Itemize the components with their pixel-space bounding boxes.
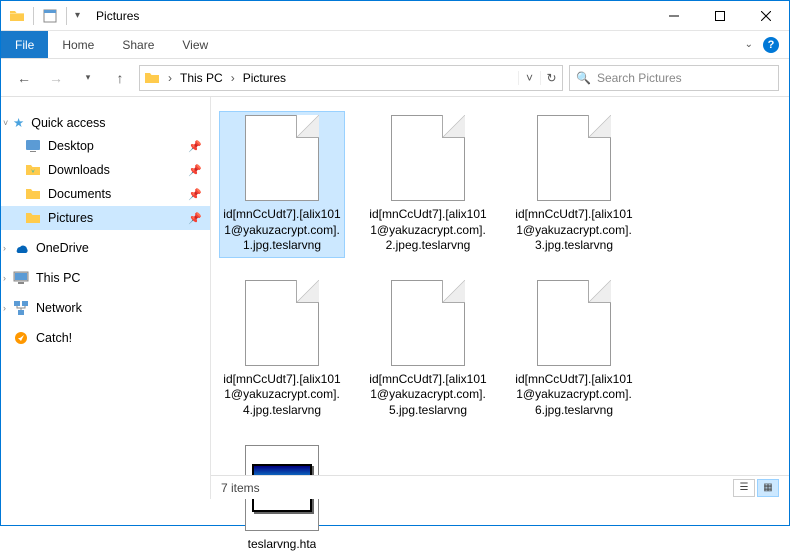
expand-icon[interactable]: ›: [3, 303, 6, 313]
refresh-button[interactable]: ↻: [540, 71, 562, 85]
sidebar-quick-access[interactable]: ˅ ★ Quick access: [1, 111, 210, 134]
file-name: id[mnCcUdt7].[alix1011@yakuzacrypt.com].…: [223, 207, 341, 254]
file-icon: [245, 115, 319, 201]
maximize-button[interactable]: [697, 1, 743, 31]
sidebar-item-downloads[interactable]: Downloads 📌: [1, 158, 210, 182]
downloads-icon: [25, 162, 41, 178]
address-bar[interactable]: › This PC › Pictures ˅ ↻: [139, 65, 563, 91]
help-icon[interactable]: ?: [763, 37, 779, 53]
collapse-icon[interactable]: ˅: [3, 118, 8, 128]
file-name: id[mnCcUdt7].[alix1011@yakuzacrypt.com].…: [369, 372, 487, 419]
forward-button: →: [43, 65, 69, 91]
search-placeholder: Search Pictures: [597, 71, 682, 85]
file-item[interactable]: id[mnCcUdt7].[alix1011@yakuzacrypt.com].…: [511, 111, 637, 258]
documents-icon: [25, 186, 41, 202]
file-name: id[mnCcUdt7].[alix1011@yakuzacrypt.com].…: [223, 372, 341, 419]
address-dropdown[interactable]: ˅: [518, 71, 540, 85]
search-input[interactable]: 🔍 Search Pictures: [569, 65, 779, 91]
file-name: id[mnCcUdt7].[alix1011@yakuzacrypt.com].…: [369, 207, 487, 254]
pin-icon: 📌: [188, 140, 202, 153]
expand-icon[interactable]: ›: [3, 243, 6, 253]
sidebar-item-pictures[interactable]: Pictures 📌: [1, 206, 210, 230]
file-name: id[mnCcUdt7].[alix1011@yakuzacrypt.com].…: [515, 372, 633, 419]
sidebar-onedrive[interactable]: › OneDrive: [1, 236, 210, 260]
titlebar: ▾ Pictures: [1, 1, 789, 31]
tab-home[interactable]: Home: [48, 38, 108, 52]
file-icon: [537, 280, 611, 366]
details-view-button[interactable]: ☰: [733, 479, 755, 497]
file-icon: [391, 280, 465, 366]
file-item[interactable]: id[mnCcUdt7].[alix1011@yakuzacrypt.com].…: [219, 276, 345, 423]
close-button[interactable]: [743, 1, 789, 31]
sidebar-item-documents[interactable]: Documents 📌: [1, 182, 210, 206]
file-item[interactable]: id[mnCcUdt7].[alix1011@yakuzacrypt.com].…: [511, 276, 637, 423]
star-icon: ★: [13, 115, 24, 130]
back-button[interactable]: ←: [11, 65, 37, 91]
expand-icon[interactable]: ›: [3, 273, 6, 283]
file-name: id[mnCcUdt7].[alix1011@yakuzacrypt.com].…: [515, 207, 633, 254]
status-bar: 7 items ☰ ▦: [211, 475, 789, 499]
crumb-this-pc[interactable]: This PC: [176, 71, 227, 85]
ribbon-expand-icon[interactable]: ⌄: [745, 39, 753, 50]
pin-icon: 📌: [188, 164, 202, 177]
sidebar-this-pc[interactable]: › This PC: [1, 266, 210, 290]
file-item[interactable]: id[mnCcUdt7].[alix1011@yakuzacrypt.com].…: [365, 276, 491, 423]
sidebar-catch[interactable]: Catch!: [1, 326, 210, 350]
file-tab[interactable]: File: [1, 31, 48, 58]
chevron-right-icon[interactable]: ›: [227, 71, 239, 85]
recent-dropdown[interactable]: ▾: [75, 65, 101, 91]
navigation-row: ← → ▾ ↑ › This PC › Pictures ˅ ↻ 🔍 Searc…: [1, 59, 789, 97]
catch-icon: [13, 330, 29, 346]
ribbon: File Home Share View ⌄ ?: [1, 31, 789, 59]
window-title: Pictures: [88, 9, 139, 23]
item-count: 7 items: [221, 481, 260, 495]
sidebar-item-desktop[interactable]: Desktop 📌: [1, 134, 210, 158]
up-button[interactable]: ↑: [107, 65, 133, 91]
minimize-button[interactable]: [651, 1, 697, 31]
desktop-icon: [25, 138, 41, 154]
search-icon: 🔍: [576, 71, 591, 85]
pictures-icon: [144, 70, 160, 86]
file-item[interactable]: id[mnCcUdt7].[alix1011@yakuzacrypt.com].…: [365, 111, 491, 258]
pin-icon: 📌: [188, 188, 202, 201]
sidebar-network[interactable]: › Network: [1, 296, 210, 320]
thispc-icon: [13, 270, 29, 286]
file-icon: [537, 115, 611, 201]
icons-view-button[interactable]: ▦: [757, 479, 779, 497]
onedrive-icon: [13, 240, 29, 256]
tab-share[interactable]: Share: [108, 38, 168, 52]
folder-icon: [9, 8, 25, 24]
file-icon: [245, 280, 319, 366]
file-icon: [391, 115, 465, 201]
tab-view[interactable]: View: [168, 38, 222, 52]
network-icon: [13, 300, 29, 316]
file-view[interactable]: id[mnCcUdt7].[alix1011@yakuzacrypt.com].…: [211, 97, 789, 499]
properties-icon[interactable]: [42, 8, 58, 24]
pictures-icon: [25, 210, 41, 226]
chevron-right-icon[interactable]: ›: [164, 71, 176, 85]
sidebar: ˅ ★ Quick access Desktop 📌 Downloads 📌 D…: [1, 97, 211, 499]
file-name: teslarvng.hta: [248, 537, 317, 553]
crumb-pictures[interactable]: Pictures: [239, 71, 290, 85]
pin-icon: 📌: [188, 212, 202, 225]
file-item[interactable]: id[mnCcUdt7].[alix1011@yakuzacrypt.com].…: [219, 111, 345, 258]
qat-dropdown[interactable]: ▾: [75, 10, 80, 21]
